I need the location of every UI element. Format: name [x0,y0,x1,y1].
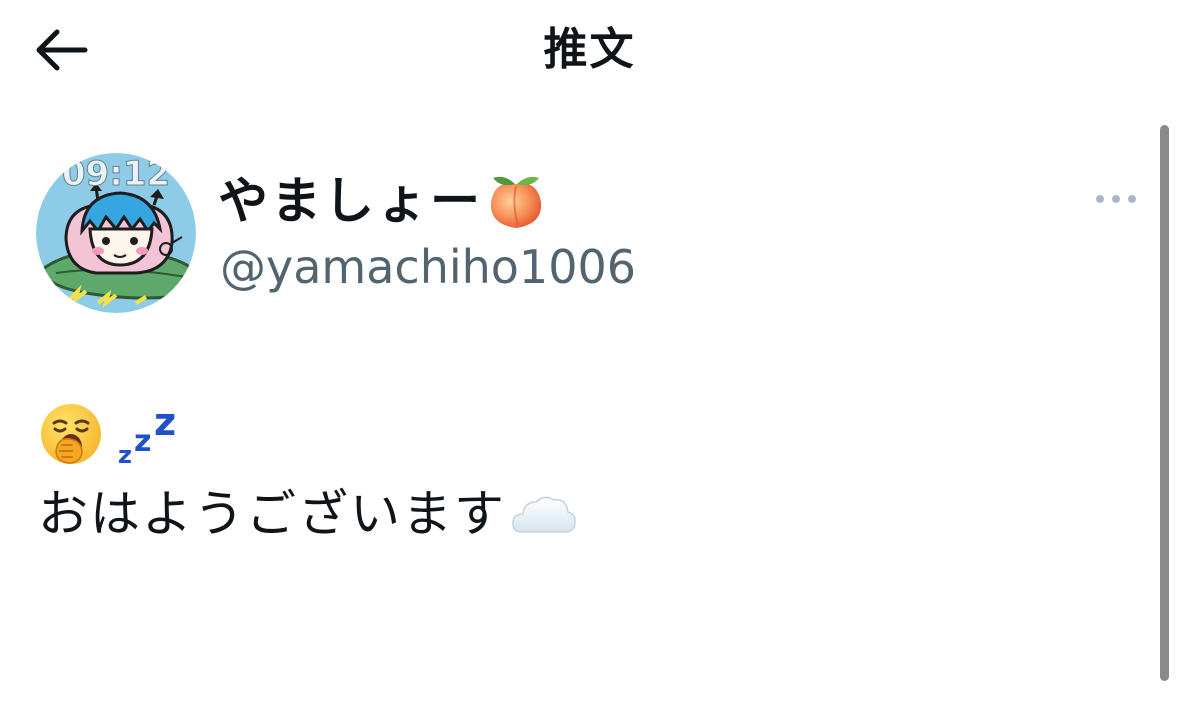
avatar-illustration: 09:12 [36,153,196,313]
author-name-row[interactable]: やましょー [218,166,547,236]
top-bar: 推文 [0,0,1179,100]
emoji-line: z z z [38,396,1118,476]
yawning-face-icon [38,401,104,471]
more-options-button[interactable] [1088,182,1144,216]
avatar[interactable]: 09:12 [36,153,196,313]
author-handle[interactable]: @yamachiho1006 [220,236,636,298]
svg-text:z: z [154,401,176,444]
scrollbar[interactable] [1160,125,1169,681]
zzz-icon: z z z [114,400,186,471]
svg-text:z: z [118,441,132,467]
tweet-detail-screen: 推文 09:12 やましょー @yamachiho1006 z z z おはよう… [0,0,1179,723]
tweet-body: z z z おはようございます [38,396,1118,552]
author-display-name: やましょー [218,172,483,230]
cloud-icon [510,490,578,538]
more-horizontal-icon [1096,195,1136,203]
page-title: 推文 [543,24,636,75]
tweet-text-line: おはようございます [38,476,1118,552]
svg-text:z: z [134,424,151,459]
peach-icon [485,170,547,232]
tweet-text: おはようございます [38,485,506,543]
avatar-clock-text: 09:12 [62,154,170,194]
